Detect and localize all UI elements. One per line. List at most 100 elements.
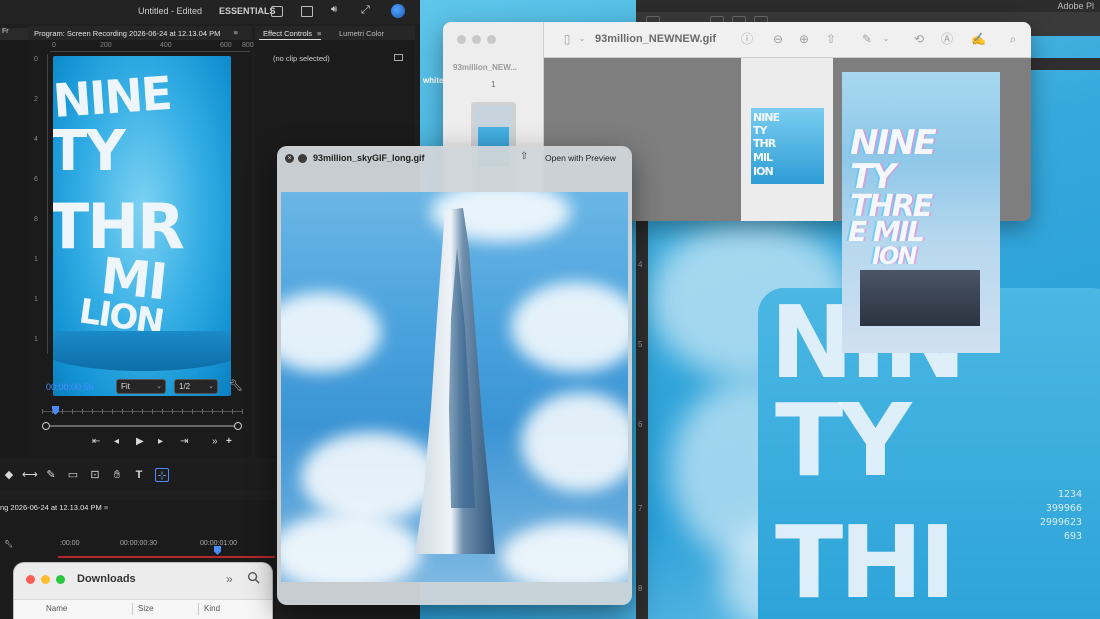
fit-select[interactable]: Fit ⌄ (116, 379, 166, 394)
chevron-down-icon: ⌄ (208, 383, 214, 390)
ruler-mark: 8 (638, 584, 643, 593)
resolution-value: 1/2 (179, 382, 191, 391)
creative-cloud-icon[interactable] (391, 4, 405, 18)
project-panel-strip: Fr (0, 28, 28, 458)
sequence-title[interactable]: ng 2026-06-24 at 12.13.04 PM ≡ (0, 503, 108, 512)
markup-toolbar-icon[interactable]: ✍ (971, 32, 986, 46)
markup-pen-icon[interactable]: ✎ (860, 32, 874, 46)
project-tab[interactable]: Fr (0, 28, 28, 40)
panel-menu-icon[interactable]: ≡ (104, 503, 108, 512)
mark-out-icon[interactable]: ⇥ (180, 436, 188, 447)
settings-wrench-icon[interactable]: 🔧︎ (229, 379, 243, 392)
step-back-icon[interactable]: ◂ (114, 436, 119, 447)
timeline-time: :00:00 (60, 540, 80, 547)
annotate-icon[interactable]: Ⓐ (940, 32, 954, 46)
zoom-button[interactable] (487, 35, 496, 44)
chevron-down-icon[interactable]: ⌄ (575, 32, 589, 46)
share-icon[interactable]: ⇧ (824, 32, 838, 46)
zoom-track (46, 425, 238, 427)
desktop-file-label[interactable]: white (423, 76, 443, 85)
scrubber-tick (62, 409, 63, 414)
step-forward-icon[interactable]: ▸ (158, 436, 163, 447)
ripple-edit-icon[interactable]: ◆ (2, 468, 16, 482)
zoom-handle-left[interactable] (42, 422, 50, 430)
lumetri-color-tab[interactable]: Lumetri Color (339, 29, 384, 38)
column-name[interactable]: Name (46, 604, 67, 613)
snap-icon[interactable]: 🔧︎ (4, 540, 13, 548)
sidebar-toggle-icon[interactable]: ▯ (560, 32, 574, 46)
ruler-mark: 600 (220, 42, 232, 49)
program-tab[interactable]: Program: Screen Recording 2026-06-24 at … (34, 29, 220, 38)
sidebar-file-label[interactable]: 93million_NEW... (453, 63, 517, 72)
workspace-label[interactable]: ESSENTIALS (219, 6, 276, 16)
chevron-down-icon[interactable]: ⌄ (879, 32, 893, 46)
expand-icon[interactable]: ⤢ (361, 4, 373, 16)
zoom-out-icon[interactable]: ⊖ (771, 32, 785, 46)
close-button[interactable] (26, 575, 35, 584)
close-icon[interactable]: × (285, 154, 294, 163)
ruler-mark: 5 (638, 340, 643, 349)
ruler-mark: 1 (34, 296, 38, 303)
column-header: Name Size Kind (14, 599, 272, 619)
slip-icon[interactable]: ⟷ (22, 468, 38, 482)
zoom-in-icon[interactable]: ⊕ (797, 32, 811, 46)
scrubber-tick (222, 409, 223, 414)
share-icon[interactable]: ⇧ (520, 151, 530, 163)
effects-tab-row: Effect Controls ≡ Lumetri Color (255, 26, 415, 40)
fullscreen-icon[interactable] (298, 154, 307, 163)
scrubber-tick (42, 409, 43, 414)
zoom-bar[interactable] (42, 422, 242, 430)
zoom-button[interactable] (56, 575, 65, 584)
panel-icon[interactable] (271, 6, 283, 17)
minimize-button[interactable] (41, 575, 50, 584)
time-scrubber[interactable] (42, 406, 243, 416)
scrubber-playhead[interactable] (52, 406, 59, 415)
effect-controls-tab[interactable]: Effect Controls (263, 29, 312, 38)
type-tool-icon[interactable]: T (132, 468, 146, 482)
search-icon[interactable] (247, 571, 260, 584)
digit-line: 693 (1063, 531, 1082, 542)
close-button[interactable] (457, 35, 466, 44)
open-with-preview-button[interactable]: Open with Preview (545, 153, 616, 163)
panel-menu-icon[interactable]: ≡ (234, 28, 238, 37)
rectangle-icon[interactable]: ▭ (66, 468, 80, 482)
holographic-artwork: NINE TY THRE E MIL ION (842, 72, 1000, 353)
minimize-button[interactable] (472, 35, 481, 44)
preview-title: 93million_NEWNEW.gif (595, 33, 717, 45)
scrubber-tick (182, 409, 183, 414)
ruler-mark: 0 (34, 56, 38, 63)
column-kind[interactable]: Kind (204, 604, 220, 613)
program-ruler: 0 200 400 600 800 (50, 42, 254, 52)
ruler-mark: 200 (100, 42, 112, 49)
no-clip-message: (no clip selected) (273, 54, 330, 63)
play-icon[interactable]: ▶ (136, 436, 144, 447)
adobe-horizontal-ruler (1030, 58, 1100, 70)
column-size[interactable]: Size (138, 604, 154, 613)
info-icon[interactable]: ⓘ (740, 32, 754, 46)
more-icon[interactable]: » (212, 436, 218, 447)
finder-downloads-window: Downloads » Name Size Kind (14, 563, 272, 619)
more-toolbar-icon[interactable]: » (226, 572, 233, 586)
render-bar (58, 556, 275, 558)
panel-pin-icon[interactable] (394, 54, 403, 61)
program-vertical-ruler: 0 2 4 6 8 1 1 1 (34, 54, 48, 354)
volume-icon[interactable]: 🔊︎ (331, 4, 343, 15)
pen-icon[interactable]: ✎ (44, 468, 58, 482)
ruler-mark: 1 (34, 336, 38, 343)
rotate-icon[interactable]: ⟲ (912, 32, 926, 46)
mark-in-icon[interactable]: ⇤ (92, 436, 100, 447)
quicklook-title: 93million_skyGIF_long.gif (313, 153, 425, 163)
panel-menu-icon[interactable]: ≡ (317, 29, 321, 38)
playhead-timecode[interactable]: 00:00:00:59 (46, 382, 94, 392)
holo-word: ION (872, 242, 917, 270)
share-icon[interactable] (301, 6, 313, 17)
thumb-word: THR (753, 137, 776, 150)
zoom-handle-right[interactable] (234, 422, 242, 430)
scrubber-tick (232, 409, 233, 414)
rate-stretch-icon[interactable]: ⊡ (88, 468, 102, 482)
search-icon[interactable]: ⌕ (1006, 32, 1020, 46)
add-button-icon[interactable]: + (226, 436, 232, 447)
resolution-select[interactable]: 1/2 ⌄ (174, 379, 218, 394)
caption-tool-icon[interactable]: ⊹ (155, 468, 169, 482)
hand-icon[interactable]: ✋︎ (110, 468, 124, 482)
